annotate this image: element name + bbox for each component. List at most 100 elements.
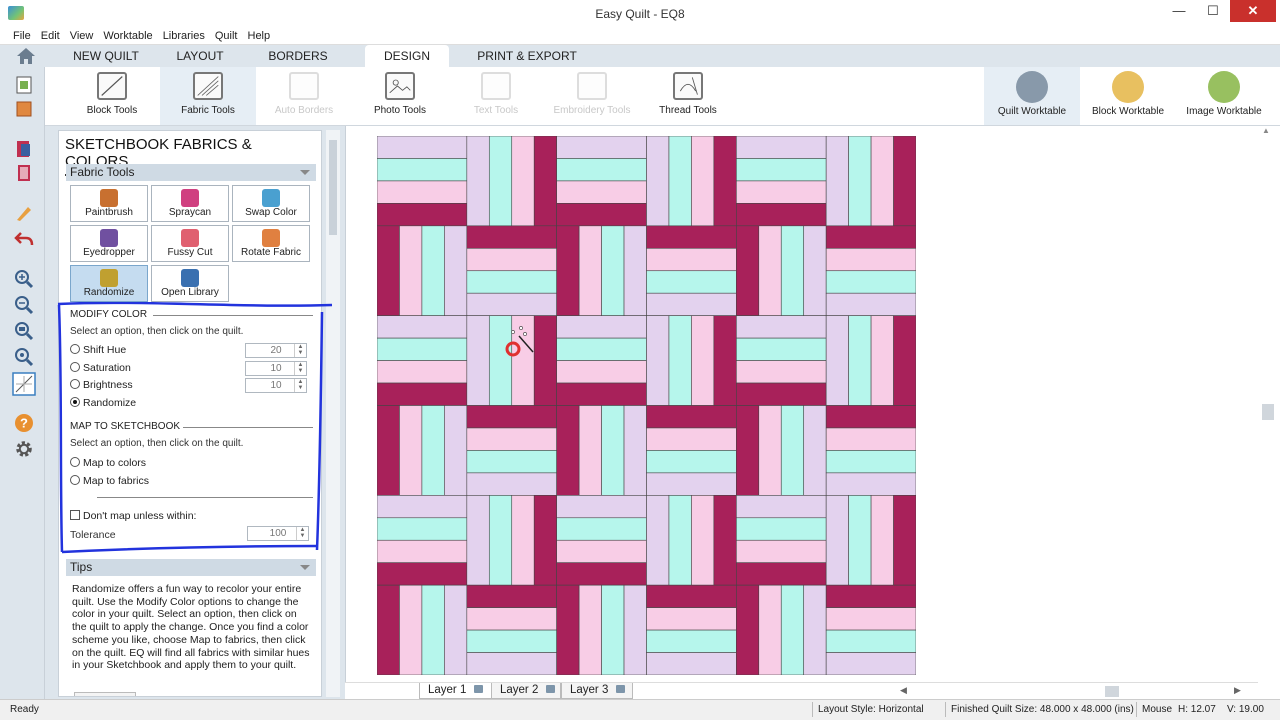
swap-color-tool[interactable]: Swap Color	[232, 185, 310, 222]
quilt-patch[interactable]	[444, 405, 468, 496]
quilt-block[interactable]	[466, 315, 557, 406]
canvas-hscroll-thumb[interactable]	[1105, 686, 1119, 697]
quilt-patch[interactable]	[466, 247, 557, 272]
quilt-patch[interactable]	[466, 652, 557, 675]
quilt-patch[interactable]	[578, 225, 602, 316]
quilt-patch[interactable]	[736, 136, 827, 159]
quilt-block[interactable]	[825, 315, 916, 406]
quilt-block[interactable]	[466, 136, 557, 227]
quilt-patch[interactable]	[825, 247, 916, 272]
spraycan-tool[interactable]: Spraycan	[151, 185, 229, 222]
paintbrush-tool[interactable]: Paintbrush	[70, 185, 148, 222]
maximize-button[interactable]: ☐	[1196, 0, 1230, 22]
quilt-patch[interactable]	[578, 584, 602, 675]
quilt-patch[interactable]	[466, 427, 557, 451]
quilt-block[interactable]	[825, 405, 916, 496]
menu-quilt[interactable]: Quilt	[210, 27, 243, 45]
quilt-patch[interactable]	[488, 136, 513, 227]
quilt-block[interactable]	[377, 405, 468, 496]
quilt-patch[interactable]	[556, 158, 647, 182]
quilt-patch[interactable]	[556, 517, 647, 541]
quilt-patch[interactable]	[848, 315, 872, 406]
quilt-patch[interactable]	[736, 180, 827, 204]
quilt-patch[interactable]	[421, 405, 445, 496]
quilt-patch[interactable]	[533, 495, 557, 586]
tab-layout[interactable]: LAYOUT	[165, 45, 235, 67]
quilt-patch[interactable]	[377, 517, 468, 541]
brightness-stepper[interactable]: 10 ▲ ▼	[245, 378, 307, 393]
quilt-patch[interactable]	[646, 247, 737, 272]
quilt-patch[interactable]	[399, 584, 423, 675]
quilt-patch[interactable]	[466, 405, 557, 429]
canvas-vertical-scrollbar[interactable]: ▲	[1258, 126, 1280, 699]
quilt-patch[interactable]	[533, 315, 557, 406]
panel-scrollbar[interactable]	[326, 130, 340, 697]
radio-randomize[interactable]	[70, 397, 80, 407]
quilt-patch[interactable]	[466, 292, 557, 316]
quilt-patch[interactable]	[893, 495, 916, 586]
quilt-patch[interactable]	[623, 584, 647, 675]
quilt-patch[interactable]	[556, 203, 647, 227]
quilt-block[interactable]	[736, 315, 827, 406]
zoom-fit-icon[interactable]	[14, 321, 34, 341]
quilt-block[interactable]	[556, 315, 647, 406]
quilt-patch[interactable]	[825, 629, 916, 653]
quilt-patch[interactable]	[377, 382, 468, 406]
quilt-patch[interactable]	[646, 629, 737, 653]
quilt-patch[interactable]	[377, 225, 400, 316]
quilt-patch[interactable]	[646, 292, 737, 316]
radio-shift-hue[interactable]	[70, 344, 80, 354]
quilt-patch[interactable]	[713, 315, 737, 406]
quilt-patch[interactable]	[758, 405, 782, 496]
quilt-patch[interactable]	[601, 584, 625, 675]
quilt-patch[interactable]	[825, 136, 849, 227]
quilt-patch[interactable]	[736, 382, 827, 406]
quilt-patch[interactable]	[421, 584, 445, 675]
open-icon[interactable]	[14, 99, 34, 119]
quilt-block[interactable]	[646, 315, 737, 406]
shift-hue-stepper[interactable]: 20 ▲ ▼	[245, 343, 307, 358]
quilt-patch[interactable]	[466, 607, 557, 631]
quilt-patch[interactable]	[444, 225, 468, 316]
quilt-block[interactable]	[377, 315, 468, 406]
quilt-block[interactable]	[556, 584, 647, 675]
minimize-button[interactable]: —	[1162, 0, 1196, 22]
quilt-patch[interactable]	[646, 427, 737, 451]
saturation-stepper[interactable]: 10 ▲ ▼	[245, 361, 307, 376]
zoom-in-icon[interactable]	[14, 269, 34, 289]
quilt-patch[interactable]	[736, 337, 827, 361]
panel-scroll-thumb[interactable]	[329, 140, 337, 235]
tips-header[interactable]: Tips	[66, 559, 316, 576]
quilt-patch[interactable]	[601, 225, 625, 316]
home-icon[interactable]	[16, 47, 36, 65]
quilt-patch[interactable]	[646, 652, 737, 675]
quilt-patch[interactable]	[646, 472, 737, 496]
quilt-block[interactable]	[825, 136, 916, 227]
quilt-patch[interactable]	[601, 405, 625, 496]
quilt-patch[interactable]	[780, 405, 805, 496]
quilt-block[interactable]	[646, 584, 737, 675]
quilt-patch[interactable]	[825, 405, 916, 429]
quilt-patch[interactable]	[556, 539, 647, 564]
quilt-block[interactable]	[556, 136, 647, 227]
quilt-patch[interactable]	[466, 629, 557, 653]
quilt-patch[interactable]	[646, 136, 670, 227]
quilt-patch[interactable]	[377, 584, 400, 675]
fussy-cut-tool[interactable]: Fussy Cut	[151, 225, 229, 262]
quilt-patch[interactable]	[466, 315, 490, 406]
quilt-patch[interactable]	[377, 158, 468, 182]
quilt-block[interactable]	[825, 584, 916, 675]
sketchbook-icon[interactable]	[14, 139, 34, 159]
block-tools-button[interactable]: Block Tools	[64, 67, 160, 125]
quilt-patch[interactable]	[713, 495, 737, 586]
radio-map-to-colors[interactable]	[70, 457, 80, 467]
canvas-scroll-thumb[interactable]	[1262, 404, 1274, 420]
quilt-patch[interactable]	[736, 225, 760, 316]
quilt-block[interactable]	[736, 584, 827, 675]
quilt-block[interactable]	[825, 225, 916, 316]
quilt-patch[interactable]	[736, 517, 827, 541]
quilt-patch[interactable]	[713, 136, 737, 227]
quilt-patch[interactable]	[533, 136, 557, 227]
quilt-patch[interactable]	[803, 405, 827, 496]
quilt-patch[interactable]	[511, 136, 535, 227]
